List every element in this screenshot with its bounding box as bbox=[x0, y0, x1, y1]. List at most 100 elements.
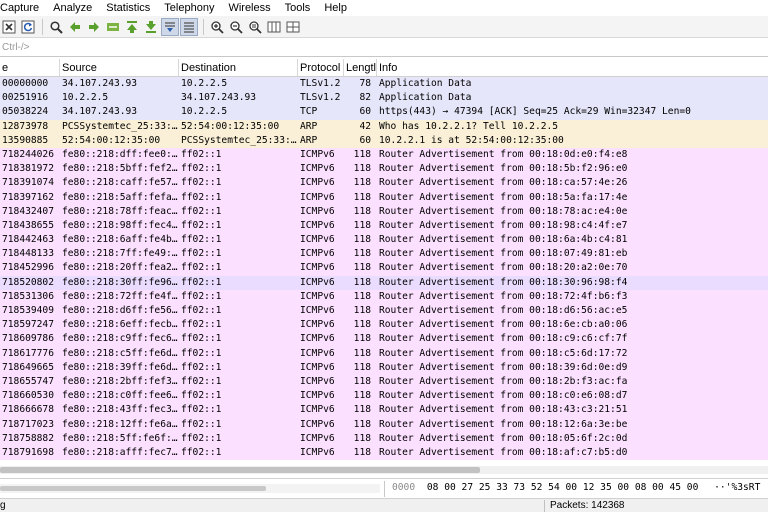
packet-row[interactable]: 718442463 fe80::218:6aff:fe4b… ff02::1 ICMP… bbox=[0, 233, 768, 248]
close-file-icon[interactable] bbox=[0, 18, 18, 36]
cell-destination: 34.107.243.93 bbox=[181, 92, 257, 104]
cell-info: Router Advertisement from 00:18:5b:f2:96… bbox=[379, 163, 628, 175]
packet-row[interactable]: 718655747 fe80::218:2bff:fef3… ff02::1 ICMP… bbox=[0, 374, 768, 390]
cell-protocol: ICMPv6 bbox=[300, 290, 335, 302]
colorize-icon[interactable] bbox=[180, 17, 198, 36]
packet-list-hscrollbar[interactable] bbox=[0, 466, 768, 474]
hscroll-thumb[interactable] bbox=[0, 467, 480, 473]
menu-wireless[interactable]: Wireless bbox=[221, 0, 277, 16]
cell-info: Router Advertisement from 00:18:6a:4b:c4… bbox=[379, 234, 628, 246]
cell-info: Who has 10.2.2.1? Tell 10.2.2.5 bbox=[379, 120, 559, 132]
display-filter-input[interactable] bbox=[0, 38, 768, 56]
menu-statistics[interactable]: Statistics bbox=[99, 0, 157, 16]
cell-destination: ff02::1 bbox=[181, 191, 222, 203]
cell-info: Router Advertisement from 00:18:05:6f:2c… bbox=[379, 432, 628, 444]
menu-help[interactable]: Help bbox=[317, 0, 354, 16]
packet-row[interactable]: 718381972 fe80::218:5bff:fef2… ff02::1 ICMP… bbox=[0, 162, 768, 177]
zoom-normal-icon[interactable] bbox=[246, 18, 264, 36]
cell-length: 118 bbox=[353, 361, 371, 373]
go-forward-icon[interactable] bbox=[85, 18, 103, 36]
packet-row[interactable]: 718758882 fe80::218:5ff:fe6f:… ff02::1 ICMP… bbox=[0, 431, 768, 446]
menu-capture[interactable]: Capture bbox=[0, 0, 46, 16]
go-last-icon[interactable] bbox=[142, 18, 160, 36]
cell-time: 718391074 bbox=[2, 177, 54, 189]
packet-row[interactable]: 718438655 fe80::218:98ff:fec4… ff02::1 ICMP… bbox=[0, 218, 768, 234]
cell-destination: ff02::1 bbox=[181, 248, 222, 260]
cell-source: 34.107.243.93 bbox=[62, 106, 138, 118]
packet-row[interactable]: 718660530 fe80::218:c0ff:fee6… ff02::1 ICMP… bbox=[0, 389, 768, 404]
packet-row[interactable]: 718452996 fe80::218:20ff:fea2… ff02::1 ICMP… bbox=[0, 261, 768, 276]
cell-source: fe80::218:5aff:fefa… bbox=[62, 191, 178, 203]
column-header-source[interactable]: Source bbox=[60, 59, 179, 76]
cell-destination: ff02::1 bbox=[181, 390, 222, 402]
packet-row[interactable]: 00251916 10.2.2.5 34.107.243.93 TLSv1.2 82 Ap… bbox=[0, 91, 768, 106]
packet-row[interactable]: 00000000 34.107.243.93 10.2.2.5 TLSv1.2 78 Ap… bbox=[0, 77, 768, 92]
menu-tools[interactable]: Tools bbox=[278, 0, 318, 16]
packet-row[interactable]: 718391074 fe80::218:caff:fe57… ff02::1 ICMP… bbox=[0, 176, 768, 191]
cell-time: 718448133 bbox=[2, 248, 54, 260]
column-header-time[interactable]: e bbox=[0, 59, 60, 76]
cell-info: Router Advertisement from 00:18:c5:6d:17… bbox=[379, 347, 628, 359]
cell-time: 718397162 bbox=[2, 191, 54, 203]
packet-row[interactable]: 718520802 fe80::218:30ff:fe96… ff02::1 ICMP… bbox=[0, 275, 768, 290]
packet-list[interactable]: e Source Destination Protocol Lengtl Inf… bbox=[0, 59, 768, 464]
cell-time: 718666678 bbox=[2, 404, 54, 416]
bytes-pane-line[interactable]: 0000 08 00 27 25 33 73 52 54 00 12 35 00… bbox=[392, 482, 760, 493]
zoom-in-icon[interactable] bbox=[208, 18, 226, 36]
packet-row[interactable]: 718609786 fe80::218:c9ff:fec6… ff02::1 ICMP… bbox=[0, 332, 768, 347]
cell-info: Router Advertisement from 00:18:98:c4:4f… bbox=[379, 219, 628, 231]
packet-row[interactable]: 12873978 PCSSystemtec_25:33:… 52:54:00:12:… bbox=[0, 119, 768, 134]
cell-info: Router Advertisement from 00:18:d6:56:ac… bbox=[379, 305, 628, 316]
toolbar-separator bbox=[42, 18, 43, 35]
cell-protocol: ARP bbox=[300, 134, 318, 146]
column-header-info[interactable]: Info bbox=[377, 59, 768, 76]
column-header-destination[interactable]: Destination bbox=[179, 59, 298, 76]
cell-protocol: ICMPv6 bbox=[300, 219, 335, 231]
packet-row[interactable]: 718791698 fe80::218:afff:fec7… ff02::1 ICMP… bbox=[0, 445, 768, 461]
packet-row[interactable]: 718617776 fe80::218:c5ff:fe6d… ff02::1 ICMP… bbox=[0, 346, 768, 361]
packet-rows: 00000000 34.107.243.93 10.2.2.5 TLSv1.2 78 Ap… bbox=[0, 77, 768, 461]
packet-row[interactable]: 718432407 fe80::218:78ff:feac… ff02::1 ICMP… bbox=[0, 204, 768, 219]
cell-info: Router Advertisement from 00:18:2b:f3:ac… bbox=[379, 375, 628, 387]
column-header-length[interactable]: Lengtl bbox=[344, 59, 377, 76]
packet-row[interactable]: 718448133 fe80::218:7ff:fe49:… ff02::1 ICMP… bbox=[0, 247, 768, 262]
pane-divider[interactable] bbox=[384, 481, 385, 497]
packet-row[interactable]: 718649665 fe80::218:39ff:fe6d… ff02::1 ICMP… bbox=[0, 360, 768, 375]
packet-row[interactable]: 718397162 fe80::218:5aff:fefa… ff02::1 ICMP… bbox=[0, 190, 768, 205]
menu-analyze[interactable]: Analyze bbox=[46, 0, 99, 16]
cell-length: 118 bbox=[353, 390, 371, 402]
menu-telephony[interactable]: Telephony bbox=[157, 0, 221, 16]
cell-length: 118 bbox=[353, 276, 371, 288]
zoom-out-icon[interactable] bbox=[227, 18, 245, 36]
packet-row[interactable]: 718717023 fe80::218:12ff:fe6a… ff02::1 ICMP… bbox=[0, 417, 768, 432]
reload-icon[interactable] bbox=[19, 18, 37, 36]
status-separator bbox=[544, 500, 545, 512]
cell-destination: ff02::1 bbox=[181, 404, 222, 416]
packet-row[interactable]: 718244026 fe80::218:dff:fee0:… ff02::1 ICMP… bbox=[0, 147, 768, 163]
cell-protocol: ICMPv6 bbox=[300, 390, 335, 402]
packet-row[interactable]: 05038224 34.107.243.93 10.2.2.5 TCP 60 https(… bbox=[0, 105, 768, 120]
packet-row[interactable]: 718531306 fe80::218:72ff:fe4f… ff02::1 ICMP… bbox=[0, 289, 768, 304]
cell-time: 00251916 bbox=[2, 92, 49, 104]
cell-info: 10.2.2.1 is at 52:54:00:12:35:00 bbox=[379, 134, 564, 146]
packet-row[interactable]: 718539409 fe80::218:d6ff:fe56… ff02::1 ICMP… bbox=[0, 304, 768, 319]
go-first-icon[interactable] bbox=[123, 18, 141, 36]
packet-row[interactable]: 13590885 52:54:00:12:35:00 PCSSystemtec_25… bbox=[0, 133, 768, 148]
column-header-protocol[interactable]: Protocol bbox=[298, 59, 344, 76]
cell-source: fe80::218:c0ff:fee6… bbox=[62, 390, 178, 402]
cell-source: fe80::218:78ff:feac… bbox=[62, 205, 178, 217]
autoscroll-icon[interactable] bbox=[161, 17, 179, 36]
packet-row[interactable]: 718666678 fe80::218:43ff:fec3… ff02::1 ICMP… bbox=[0, 403, 768, 418]
cell-source: fe80::218:7ff:fe49:… bbox=[62, 248, 178, 260]
layout-icon[interactable] bbox=[284, 18, 302, 36]
cell-length: 118 bbox=[353, 234, 371, 246]
cell-length: 118 bbox=[353, 205, 371, 217]
find-packet-icon[interactable] bbox=[47, 18, 65, 36]
cell-time: 718531306 bbox=[2, 290, 54, 302]
cell-destination: ff02::1 bbox=[181, 205, 222, 217]
go-back-icon[interactable] bbox=[66, 18, 84, 36]
resize-columns-icon[interactable] bbox=[265, 18, 283, 36]
go-to-packet-icon[interactable] bbox=[104, 18, 122, 36]
packet-row[interactable]: 718597247 fe80::218:6eff:fecb… ff02::1 ICMP… bbox=[0, 318, 768, 333]
details-hscroll-thumb[interactable] bbox=[0, 486, 266, 491]
